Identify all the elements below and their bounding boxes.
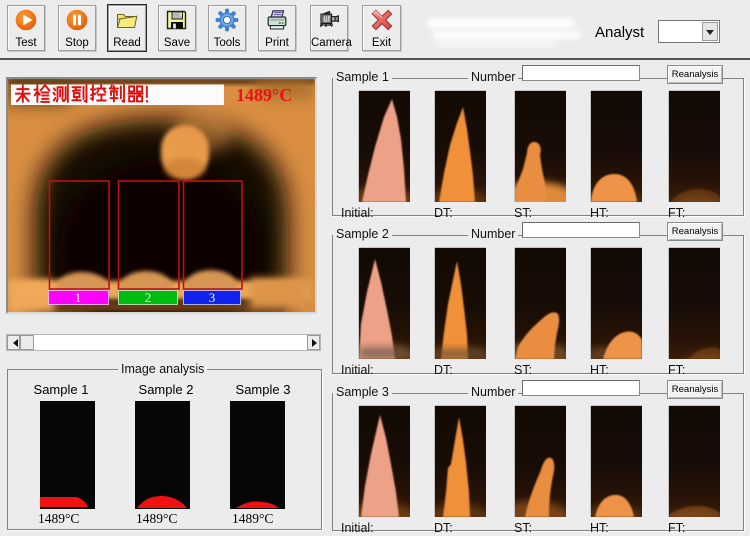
svg-text:3: 3 bbox=[209, 290, 216, 305]
svg-text:2: 2 bbox=[145, 290, 152, 305]
svg-text:1489°C: 1489°C bbox=[236, 85, 292, 105]
svg-text:1: 1 bbox=[75, 290, 82, 305]
